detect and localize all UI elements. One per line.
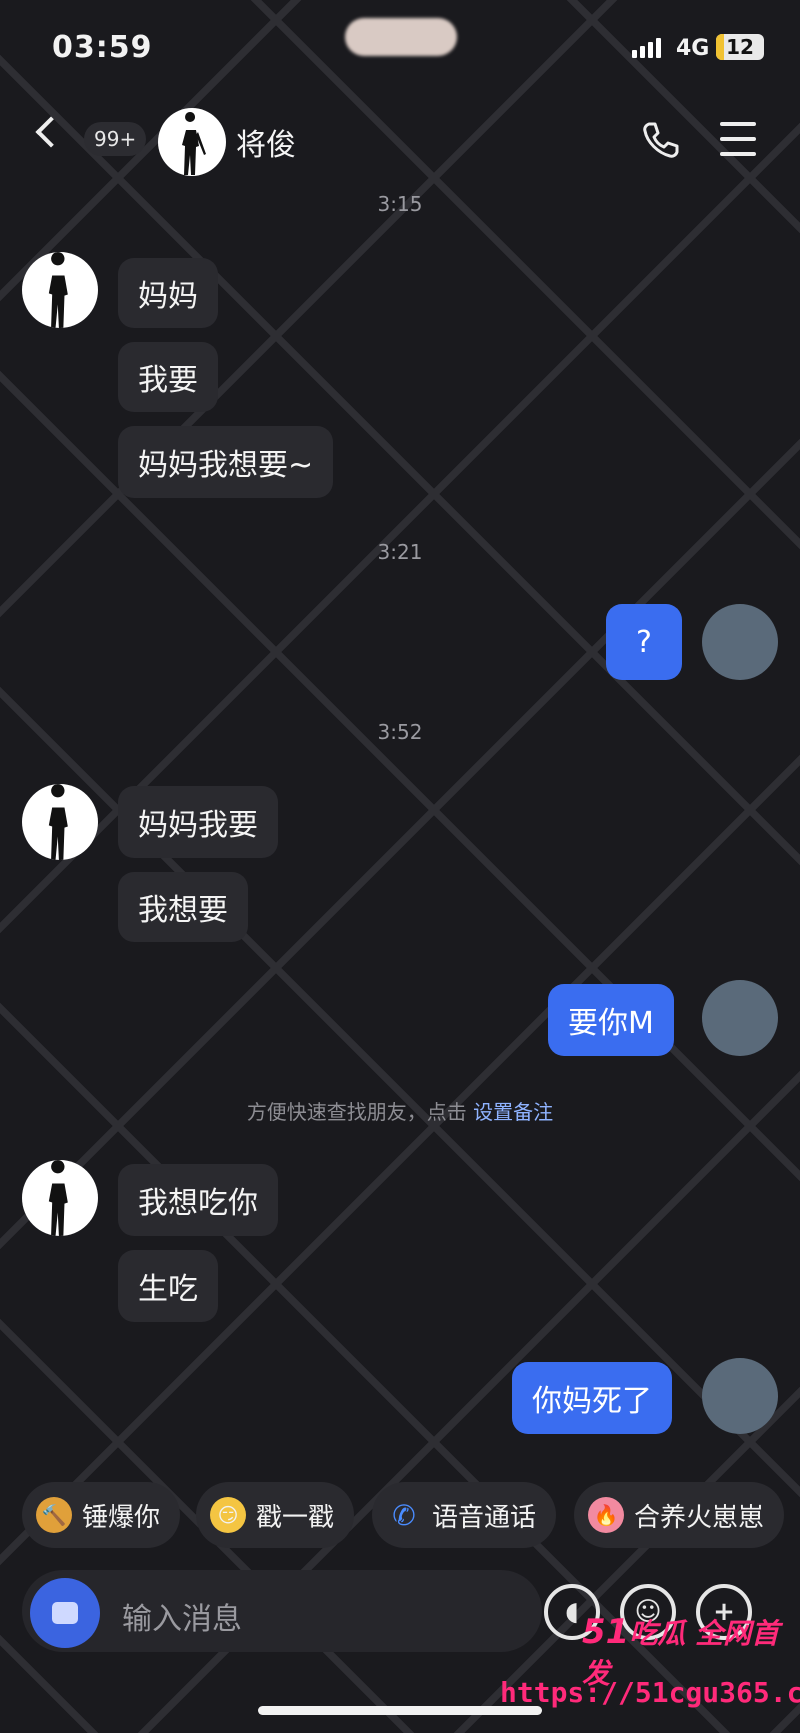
message-input[interactable]: [22, 1570, 542, 1652]
camera-icon: [52, 1602, 78, 1624]
quick-action-fire-pet[interactable]: 🔥 合养火崽崽: [574, 1482, 785, 1548]
timestamp: 3:21: [377, 540, 423, 564]
timestamp: 3:52: [377, 720, 423, 744]
menu-icon[interactable]: [720, 122, 756, 156]
my-avatar[interactable]: [702, 980, 778, 1056]
home-indicator: [258, 1706, 542, 1715]
quick-action-voice-call[interactable]: ✆ 语音通话: [372, 1482, 557, 1548]
remark-notice: 方便快速查找朋友，点击 设置备注: [0, 1096, 800, 1125]
message-bubble-outgoing[interactable]: 要你M: [548, 984, 674, 1056]
message-bubble-incoming[interactable]: 我想要: [118, 872, 248, 942]
my-avatar[interactable]: [702, 604, 778, 680]
sound-wave-icon: ◖: [565, 1597, 579, 1627]
quick-action-poke[interactable]: 😏 戳一戳: [196, 1482, 355, 1548]
message-bubble-outgoing[interactable]: ?: [606, 604, 682, 680]
watermark-url: https://51cgu365.com: [500, 1676, 800, 1709]
message-bubble-outgoing[interactable]: 你妈死了: [512, 1362, 672, 1434]
phone-icon: ✆: [392, 1498, 416, 1532]
battery-level: 12: [726, 35, 754, 59]
quick-action-hammer[interactable]: 🔨 锤爆你: [22, 1482, 181, 1548]
signal-icon: [632, 38, 661, 58]
network-type: 4G: [676, 36, 710, 61]
contact-avatar[interactable]: [158, 108, 226, 176]
unread-badge[interactable]: 99+: [84, 122, 147, 156]
chat-background: [0, 0, 800, 1733]
message-bubble-incoming[interactable]: 我想吃你: [118, 1164, 278, 1236]
message-bubble-incoming[interactable]: 妈妈我要: [118, 786, 278, 858]
message-bubble-incoming[interactable]: 我要: [118, 342, 218, 412]
silhouette-icon: [182, 112, 206, 175]
status-time: 03:59: [52, 30, 153, 65]
fire-pet-icon: 🔥: [588, 1497, 624, 1533]
poke-face-icon: 😏: [210, 1497, 246, 1533]
contact-avatar[interactable]: [22, 1160, 98, 1236]
contact-name[interactable]: 将俊: [236, 120, 296, 164]
my-avatar[interactable]: [702, 1358, 778, 1434]
battery-icon: 12: [716, 34, 764, 60]
contact-avatar[interactable]: [22, 252, 98, 328]
message-bubble-incoming[interactable]: 妈妈我想要~: [118, 426, 334, 498]
set-remark-link[interactable]: 设置备注: [473, 1100, 553, 1124]
quick-action-label: 锤爆你: [82, 1502, 161, 1533]
message-bubble-incoming[interactable]: 妈妈: [118, 258, 218, 328]
hammer-icon: 🔨: [36, 1497, 72, 1533]
contact-avatar[interactable]: [22, 784, 98, 860]
quick-action-label: 戳一戳: [256, 1502, 335, 1533]
message-bubble-incoming[interactable]: 生吃: [118, 1250, 218, 1322]
quick-action-label: 语音通话: [432, 1502, 537, 1533]
notice-text: 方便快速查找朋友，点击: [246, 1100, 467, 1124]
phone-icon[interactable]: [640, 120, 680, 160]
input-placeholder[interactable]: 输入消息: [122, 1594, 242, 1638]
camera-button[interactable]: [30, 1578, 100, 1648]
quick-action-label: 合养火崽崽: [634, 1502, 765, 1533]
watermark-number: 51: [582, 1612, 630, 1652]
timestamp: 3:15: [377, 192, 423, 216]
dynamic-island-pill: [345, 18, 457, 56]
